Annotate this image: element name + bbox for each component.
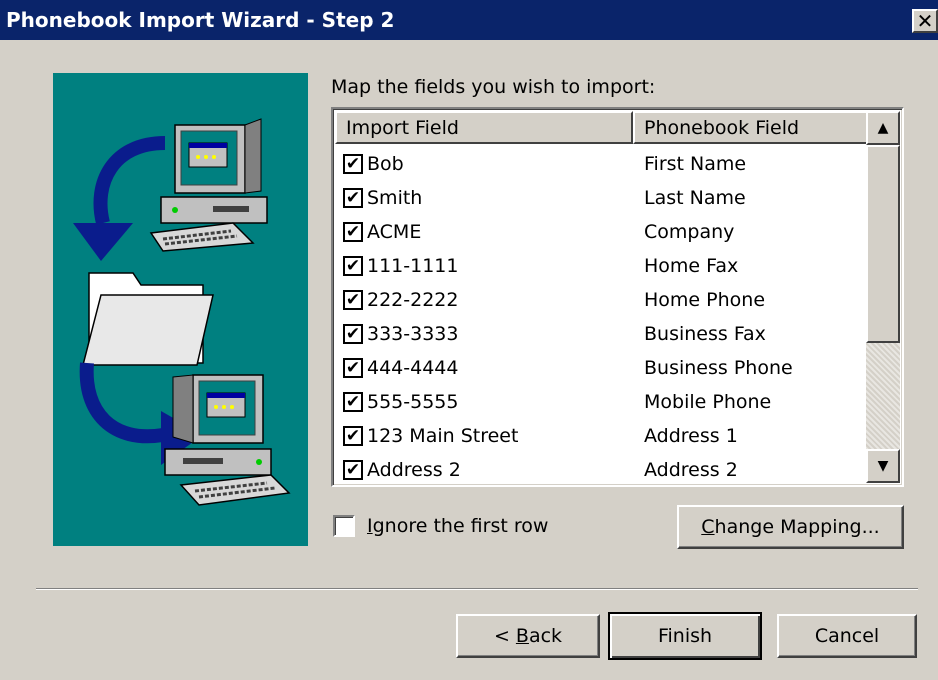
import-field-cell: ACME xyxy=(367,221,422,243)
table-row[interactable]: ✔ Bob First Name xyxy=(335,147,870,181)
ignore-first-row-label: Ignore the first row xyxy=(367,515,549,537)
check-icon: ✔ xyxy=(345,391,361,412)
change-mapping-button[interactable]: Change Mapping... xyxy=(677,505,904,549)
back-label: < Back xyxy=(493,625,563,647)
import-field-cell: 444-4444 xyxy=(367,357,459,379)
import-field-cell: 123 Main Street xyxy=(367,425,519,447)
table-row[interactable]: ✔ 444-4444 Business Phone xyxy=(335,351,870,385)
row-checkbox[interactable]: ✔ xyxy=(343,154,363,174)
checkbox-box[interactable] xyxy=(333,515,355,537)
row-checkbox[interactable]: ✔ xyxy=(343,358,363,378)
scroll-down-button[interactable]: ▼ xyxy=(866,449,900,483)
phonebook-field-cell: Company xyxy=(644,221,735,243)
table-row[interactable]: ✔ 111-1111 Home Fax xyxy=(335,249,870,283)
import-field-cell: Bob xyxy=(367,153,404,175)
table-row[interactable]: ✔ 333-3333 Business Fax xyxy=(335,317,870,351)
computer-icon xyxy=(164,374,291,506)
finish-label: Finish xyxy=(657,625,713,647)
cancel-button[interactable]: Cancel xyxy=(777,614,917,658)
list-rows: ✔ Bob First Name ✔ Smith Last Name ✔ ACME Compan… xyxy=(335,147,870,485)
title-bar: Phonebook Import Wizard - Step 2 ✕ xyxy=(0,0,938,40)
ignore-first-row-checkbox[interactable]: Ignore the first row xyxy=(333,515,548,537)
folder-icon xyxy=(82,272,214,366)
table-row[interactable]: ✔ 555-5555 Mobile Phone xyxy=(335,385,870,419)
check-icon: ✔ xyxy=(345,459,361,480)
scroll-up-button[interactable]: ▲ xyxy=(866,111,900,145)
cancel-label: Cancel xyxy=(814,625,880,647)
import-field-cell: 111-1111 xyxy=(367,255,459,277)
table-row[interactable]: ✔ Address 2 Address 2 xyxy=(335,453,870,485)
phonebook-field-cell: Last Name xyxy=(644,187,746,209)
row-checkbox[interactable]: ✔ xyxy=(343,426,363,446)
table-row[interactable]: ✔ 222-2222 Home Phone xyxy=(335,283,870,317)
row-checkbox[interactable]: ✔ xyxy=(343,290,363,310)
phonebook-field-cell: Address 1 xyxy=(644,425,738,447)
scroll-thumb[interactable] xyxy=(866,145,900,343)
table-row[interactable]: ✔ 123 Main Street Address 1 xyxy=(335,419,870,453)
row-checkbox[interactable]: ✔ xyxy=(343,324,363,344)
arrow-down-icon: ▼ xyxy=(877,458,889,474)
import-field-cell: Address 2 xyxy=(367,459,461,481)
close-button[interactable]: ✕ xyxy=(912,9,938,33)
column-header-phonebook-field[interactable]: Phonebook Field xyxy=(633,111,870,144)
wizard-illustration xyxy=(53,73,308,546)
list-header: Import Field Phonebook Field xyxy=(335,111,870,144)
row-checkbox[interactable]: ✔ xyxy=(343,460,363,480)
column-header-import-field[interactable]: Import Field xyxy=(335,111,633,144)
window-title: Phonebook Import Wizard - Step 2 xyxy=(6,8,395,32)
separator xyxy=(36,588,918,590)
phonebook-field-cell: Business Fax xyxy=(644,323,766,345)
row-checkbox[interactable]: ✔ xyxy=(343,188,363,208)
back-button[interactable]: < Back xyxy=(456,614,600,658)
phonebook-field-cell: Home Phone xyxy=(644,289,766,311)
field-mapping-list[interactable]: Import Field Phonebook Field ✔ Bob First N… xyxy=(331,107,904,487)
row-checkbox[interactable]: ✔ xyxy=(343,256,363,276)
phonebook-field-cell: Address 2 xyxy=(644,459,738,481)
table-row[interactable]: ✔ ACME Company xyxy=(335,215,870,249)
check-icon: ✔ xyxy=(345,323,361,344)
check-icon: ✔ xyxy=(345,255,361,276)
phonebook-field-cell: Home Fax xyxy=(644,255,739,277)
map-fields-label: Map the fields you wish to import: xyxy=(331,76,656,98)
vertical-scrollbar[interactable]: ▲ ▼ xyxy=(866,111,900,483)
check-icon: ✔ xyxy=(345,221,361,242)
row-checkbox[interactable]: ✔ xyxy=(343,222,363,242)
check-icon: ✔ xyxy=(345,289,361,310)
change-mapping-label: Change Mapping... xyxy=(701,516,880,538)
arrow-up-icon: ▲ xyxy=(877,120,889,136)
import-field-cell: 333-3333 xyxy=(367,323,459,345)
close-icon: ✕ xyxy=(916,9,934,33)
import-field-cell: Smith xyxy=(367,187,423,209)
check-icon: ✔ xyxy=(345,357,361,378)
phonebook-field-cell: Business Phone xyxy=(644,357,793,379)
computer-icon xyxy=(149,118,268,252)
import-field-cell: 555-5555 xyxy=(367,391,459,413)
import-field-cell: 222-2222 xyxy=(367,289,459,311)
wizard-illustration-graphic xyxy=(73,118,291,506)
row-checkbox[interactable]: ✔ xyxy=(343,392,363,412)
arrow-icon xyxy=(73,136,166,261)
table-row[interactable]: ✔ Smith Last Name xyxy=(335,181,870,215)
phonebook-field-cell: First Name xyxy=(644,153,747,175)
phonebook-field-cell: Mobile Phone xyxy=(644,391,772,413)
check-icon: ✔ xyxy=(345,187,361,208)
check-icon: ✔ xyxy=(345,153,361,174)
finish-button[interactable]: Finish xyxy=(608,612,762,660)
check-icon: ✔ xyxy=(345,425,361,446)
